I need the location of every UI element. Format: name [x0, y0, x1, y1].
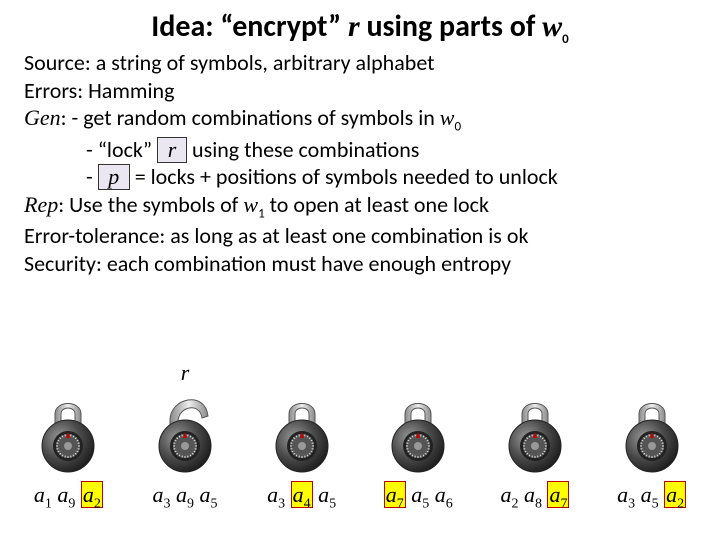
title-w: w: [542, 10, 562, 43]
lock-wrap: [617, 378, 687, 478]
title-w-sub: 0: [562, 32, 569, 47]
lock-column: a7 a5 a6: [363, 378, 473, 512]
combo-symbol: a8: [524, 482, 542, 507]
combo-symbol: a7: [547, 481, 569, 508]
lock-combo-label: a2 a8 a7: [500, 482, 569, 512]
gen-w: w: [440, 105, 455, 130]
combo-symbol: a6: [435, 482, 453, 507]
lock-combo-label: a3 a4 a5: [267, 482, 336, 512]
padlock-icon: [500, 378, 570, 473]
combo-symbol: a5: [318, 482, 336, 507]
lock-column: a2 a8 a7: [480, 378, 590, 512]
lock-wrap: [33, 378, 103, 478]
combo-symbol: a9: [57, 482, 75, 507]
combo-symbol: a5: [199, 482, 217, 507]
padlock-icon: [383, 378, 453, 473]
gen-rest: : - get random combinations of symbols i…: [61, 104, 440, 131]
rep-rest: : Use the symbols of: [58, 191, 243, 218]
lock-wrap: [267, 378, 337, 478]
combo-symbol: a2: [664, 481, 686, 508]
combo-symbol: a5: [411, 482, 429, 507]
line-gen1: Gen: - get random combinations of symbol…: [24, 104, 696, 136]
lock-column: r a3 a9 a5: [130, 378, 240, 512]
line-tolerance: Error-tolerance: as long as at least one…: [24, 222, 696, 250]
boxed-p: p: [98, 164, 130, 190]
padlock-icon: [150, 378, 220, 473]
lock-combo-label: a1 a9 a2: [34, 482, 103, 512]
gen3-pre: -: [86, 163, 98, 190]
line-errors: Errors: Hamming: [24, 77, 696, 105]
lock-wrap: r: [150, 378, 220, 478]
body-text: Source: a string of symbols, arbitrary a…: [24, 49, 696, 277]
lock-combo-label: a7 a5 a6: [384, 482, 453, 512]
gen3-post: = locks + positions of symbols needed to…: [130, 163, 558, 190]
combo-symbol: a7: [384, 481, 406, 508]
combo-symbol: a2: [81, 481, 103, 508]
lock-wrap: [500, 378, 570, 478]
combo-symbol: a5: [641, 482, 659, 507]
title-prefix: Idea: “encrypt”: [151, 8, 348, 45]
rep-w-sub: 1: [258, 206, 265, 221]
lock-column: a1 a9 a2: [13, 378, 123, 512]
lock-combo-label: a3 a5 a2: [617, 482, 686, 512]
gen-label: Gen: [24, 105, 61, 130]
rep-post: to open at least one lock: [265, 191, 489, 218]
title-r: r: [348, 10, 360, 43]
title-mid: using parts of: [360, 8, 542, 45]
combo-symbol: a9: [176, 482, 194, 507]
rep-label: Rep: [24, 192, 58, 217]
combo-symbol: a2: [500, 482, 518, 507]
combo-symbol: a1: [34, 482, 52, 507]
slide: Idea: “encrypt” r using parts of w0 Sour…: [0, 0, 720, 540]
padlock-icon: [267, 378, 337, 473]
line-rep: Rep: Use the symbols of w1 to open at le…: [24, 191, 696, 223]
rep-w: w: [243, 192, 258, 217]
line-gen3: - p = locks + positions of symbols neede…: [24, 163, 696, 191]
lock-wrap: [383, 378, 453, 478]
slide-title: Idea: “encrypt” r using parts of w0: [24, 8, 696, 47]
boxed-r: r: [157, 137, 187, 163]
line-security: Security: each combination must have eno…: [24, 250, 696, 278]
padlock-icon: [33, 378, 103, 473]
combo-symbol: a3: [617, 482, 635, 507]
lock-column: a3 a4 a5: [247, 378, 357, 512]
gen2-post: using these combinations: [187, 136, 419, 163]
combo-symbol: a3: [267, 482, 285, 507]
lock-combo-label: a3 a9 a5: [152, 482, 217, 512]
lock-column: a3 a5 a2: [597, 378, 707, 512]
line-gen2: - “lock” r using these combinations: [24, 136, 696, 164]
locks-row: a1 a9 a2 r a3 a9 a5: [0, 378, 720, 512]
gen-w-sub: 0: [454, 119, 461, 134]
combo-symbol: a3: [152, 482, 170, 507]
line-source: Source: a string of symbols, arbitrary a…: [24, 49, 696, 77]
combo-symbol: a4: [291, 481, 313, 508]
r-label: r: [181, 360, 190, 386]
padlock-icon: [617, 378, 687, 473]
gen2-pre: - “lock”: [86, 136, 157, 163]
